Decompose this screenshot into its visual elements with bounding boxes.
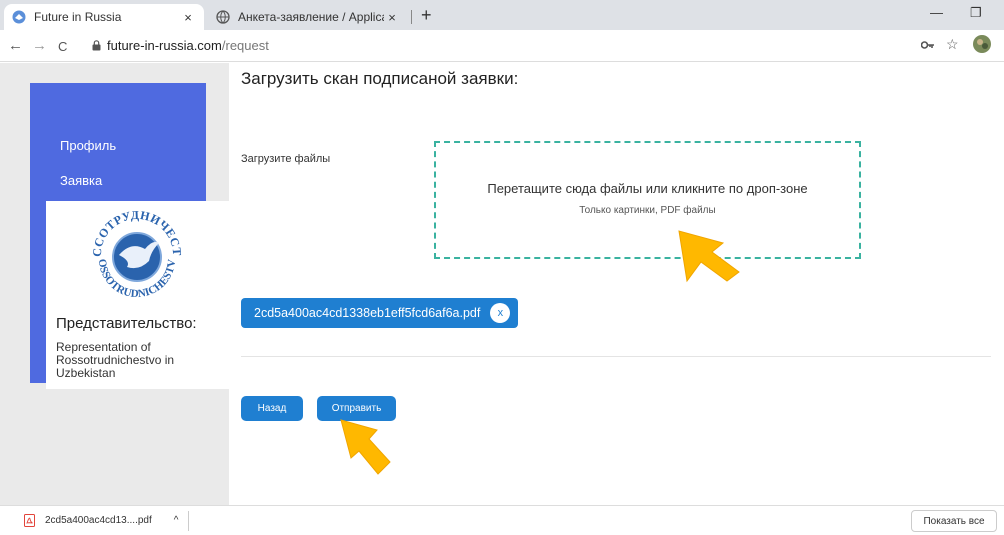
tab-close-icon[interactable]: × <box>180 10 196 25</box>
divider <box>188 511 189 531</box>
pointer-arrow-icon <box>678 230 740 283</box>
address-bar[interactable]: future-in-russia.com/request <box>92 38 269 53</box>
dropzone-hint: Только картинки, PDF файлы <box>579 205 716 216</box>
tab-close-icon[interactable]: × <box>384 10 400 25</box>
avatar[interactable] <box>973 35 991 56</box>
pdf-file-icon <box>24 514 35 527</box>
globe-icon <box>216 10 230 24</box>
rossotrudnichestvo-logo: РОССОТРУДНИЧЕСТВО ROSSOTRUDNICHESTVO <box>82 201 187 310</box>
star-icon[interactable]: ☆ <box>946 36 959 53</box>
upload-label: Загрузите файлы <box>241 153 331 165</box>
download-file-name: 2cd5a400ac4cd13....pdf <box>45 515 152 526</box>
page-title: Загрузить скан подписаной заявки: <box>241 69 519 88</box>
representation-card: РОССОТРУДНИЧЕСТВО ROSSOTRUDNICHESTVO Пре… <box>46 201 229 389</box>
uploaded-file-chip: 2cd5a400ac4cd1338eb1eff5fcd6af6a.pdf x <box>241 298 519 328</box>
tab-future-in-russia[interactable]: Future in Russia × <box>4 4 204 30</box>
browser-toolbar: ← → C future-in-russia.com/request ☆ <box>0 30 1004 62</box>
tab-title: Анкета-заявление / Application <box>238 10 384 24</box>
sidebar: Профиль Заявка РОССОТРУДНИЧЕСТВО ROS <box>30 83 229 389</box>
url-path: /request <box>221 38 269 53</box>
new-tab-button[interactable]: + <box>421 5 432 26</box>
uploaded-file-name: 2cd5a400ac4cd1338eb1eff5fcd6af6a.pdf <box>254 306 481 320</box>
tab-bar: Future in Russia × Анкета-заявление / Ap… <box>0 0 1004 30</box>
tab-application[interactable]: Анкета-заявление / Application × <box>208 4 408 30</box>
reload-icon[interactable]: C <box>58 39 67 54</box>
site-favicon-icon <box>12 10 26 24</box>
forward-arrow-icon[interactable]: → <box>32 37 47 54</box>
dropzone-text: Перетащите сюда файлы или кликните по др… <box>487 181 808 196</box>
pointer-arrow-icon <box>340 419 391 475</box>
back-arrow-icon[interactable]: ← <box>8 37 23 54</box>
download-bar: 2cd5a400ac4cd13....pdf ^ Показать все <box>0 505 1004 535</box>
representation-title: Представительство: <box>56 315 197 332</box>
back-button[interactable]: Назад <box>241 396 303 421</box>
show-all-button[interactable]: Показать все <box>911 510 997 532</box>
page-body: Профиль Заявка РОССОТРУДНИЧЕСТВО ROS <box>0 63 1004 505</box>
representation-name: Representation of Rossotrudnichestvo in … <box>56 340 175 380</box>
chevron-up-icon[interactable]: ^ <box>174 515 179 526</box>
key-icon[interactable] <box>920 37 935 53</box>
divider <box>241 356 991 357</box>
download-item[interactable]: 2cd5a400ac4cd13....pdf ^ <box>24 514 178 527</box>
tab-title: Future in Russia <box>34 10 122 24</box>
sidebar-item-application[interactable]: Заявка <box>60 173 102 188</box>
remove-file-button[interactable]: x <box>490 303 511 323</box>
lock-icon <box>92 40 101 51</box>
sidebar-item-profile[interactable]: Профиль <box>60 138 116 153</box>
minimize-button[interactable]: — <box>930 5 943 20</box>
restore-button[interactable]: ❐ <box>970 5 982 21</box>
tab-separator <box>411 10 412 24</box>
file-dropzone[interactable]: Перетащите сюда файлы или кликните по др… <box>434 141 861 259</box>
url-host: future-in-russia.com <box>107 38 222 53</box>
